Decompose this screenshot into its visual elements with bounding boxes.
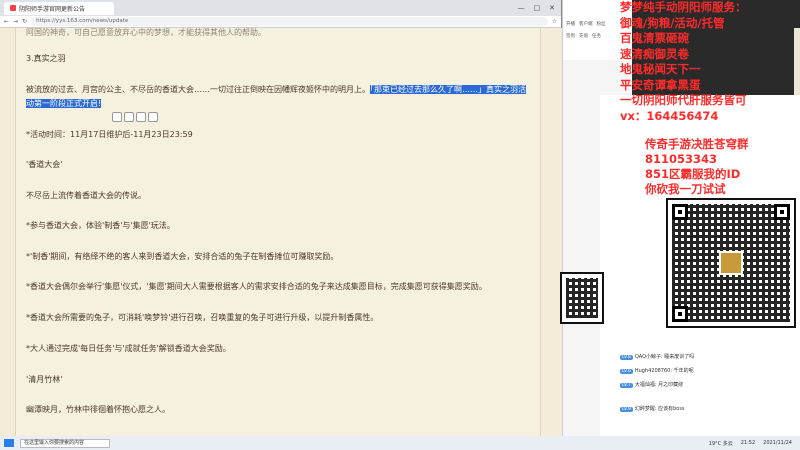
side-item-2[interactable]: 粉丝	[597, 21, 606, 27]
taskbar-search-input[interactable]: 在这里输入你要搜索的内容	[20, 438, 110, 448]
maximize-button[interactable]: □	[534, 4, 541, 12]
side-item-1[interactable]: 客户端	[579, 21, 593, 27]
back-icon[interactable]: ←	[4, 18, 9, 25]
window-controls: — □ ✕	[518, 4, 562, 12]
qr-logo	[719, 251, 743, 275]
site-icon	[10, 5, 16, 11]
tab-title: 阴阳师手游官网更新公告	[19, 5, 86, 13]
chat-line: LV.7 大福灿福: 月之印藏绕	[620, 382, 684, 388]
qr-code-small	[560, 272, 604, 324]
date-text: 2021/11/24	[763, 439, 792, 446]
paragraph-1: 被流放的过去、月宫的公主、不尽岳的香道大会……一切过往正倒映在因幡辉夜姬怀中的明…	[26, 85, 526, 94]
para-zhixiang: *'制香'期间，有络绎不绝的客人来到香道大会，安排合适的兔子在制香摊位可赚取奖励…	[26, 252, 339, 261]
overlay-ad-text: 梦梦纯手动阴阳师服务： 御魂/狗粮/活动/托管 百鬼清票砸碗 速清痴御灵卷 地鬼…	[620, 0, 747, 123]
forward-icon[interactable]: →	[13, 18, 18, 25]
minimize-button[interactable]: —	[518, 4, 525, 12]
para-qingyue: 幽潭映月，竹林中徘徊着怀抱心愿之人。	[26, 405, 170, 414]
browser-tab[interactable]: 阴阳师手游官网更新公告	[4, 1, 114, 15]
selection-toolbar	[112, 112, 158, 122]
system-tray: 19°C 多云 21:52 2021/11/24	[709, 440, 800, 447]
chat-line: LV.9 幻醉梦醒: 应该有boss	[620, 406, 685, 412]
share-icon[interactable]	[124, 112, 134, 122]
reload-icon[interactable]: ↻	[22, 18, 27, 25]
copy-icon[interactable]	[112, 112, 122, 122]
qr-code-large	[666, 198, 796, 328]
side-item-3[interactable]: 签到	[566, 33, 575, 39]
chat-line: LV.6 Hugh4208760: 千年的呢	[620, 368, 694, 374]
weather-text: 19°C 多云	[708, 440, 733, 447]
article: 阿国的神奇，可自己愿意放弃心中的梦想，才能获得其他人的帮助。 3.真实之羽 被流…	[15, 28, 541, 436]
tab-bar: 阴阳师手游官网更新公告 — □ ✕	[0, 0, 561, 16]
chat-line: LV.8 QAQ小鲸子: 睡来废训了吗	[620, 354, 695, 360]
side-item-0[interactable]: 开播	[566, 21, 575, 27]
star-icon[interactable]: ☆	[552, 18, 557, 25]
taskbar: 在这里输入你要搜索的内容 19°C 多云 21:52 2021/11/24	[0, 436, 800, 450]
search-icon[interactable]	[136, 112, 146, 122]
para-jiyuan: *香道大会偶尔会举行'集愿'仪式，'集愿'期间大人需要根据客人的需求安排合适的兔…	[26, 282, 487, 291]
highlighted-text: 「那束已经过去那么久了啊……」真实之羽活	[370, 85, 526, 94]
para-join: *参与香道大会，体验'制香'与'集愿'玩法。	[26, 221, 175, 230]
clock-text: 21:52	[740, 439, 756, 446]
paragraph-1-cont: 动第一阶段正式开启!	[26, 99, 102, 108]
page-content: 阿国的神奇，可自己愿意放弃心中的梦想，才能获得其他人的帮助。 3.真实之羽 被流…	[0, 28, 562, 436]
event-time: *活动时间：11月17日维护后-11月23日23:59	[26, 130, 193, 139]
side-item-4[interactable]: 充值	[579, 33, 588, 39]
close-button[interactable]: ✕	[549, 4, 555, 12]
overlay-ad-text-2: 传奇手游决胜苍穹群 811053343 851区霸服我的ID 你砍我一刀试试	[645, 137, 749, 196]
desktop: 阴阳师手游官网更新公告 — □ ✕ ← → ↻ https://yys.163.…	[0, 0, 800, 450]
translate-icon[interactable]	[148, 112, 158, 122]
para-rabbit: *香道大会所需要的兔子，可消耗'唤梦铃'进行召唤，召唤重复的兔子可进行升级，以提…	[26, 313, 379, 322]
para-tasks: *大人通过完成'每日任务'与'成就任务'解锁香道大会奖励。	[26, 344, 231, 353]
heading-xiangdao: '香道大会'	[26, 160, 63, 169]
start-icon[interactable]	[4, 439, 14, 447]
para-xiangdao: 不尽岳上流传着香道大会的传说。	[26, 191, 146, 200]
heading-qingyue: '清月竹林'	[26, 375, 63, 384]
top-line: 阿国的神奇，可自己愿意放弃心中的梦想，才能获得其他人的帮助。	[26, 28, 266, 37]
side-item-5[interactable]: 任务	[592, 33, 601, 39]
url-input[interactable]: https://yys.163.com/news/update	[31, 17, 548, 26]
section-title: 3.真实之羽	[26, 54, 66, 63]
